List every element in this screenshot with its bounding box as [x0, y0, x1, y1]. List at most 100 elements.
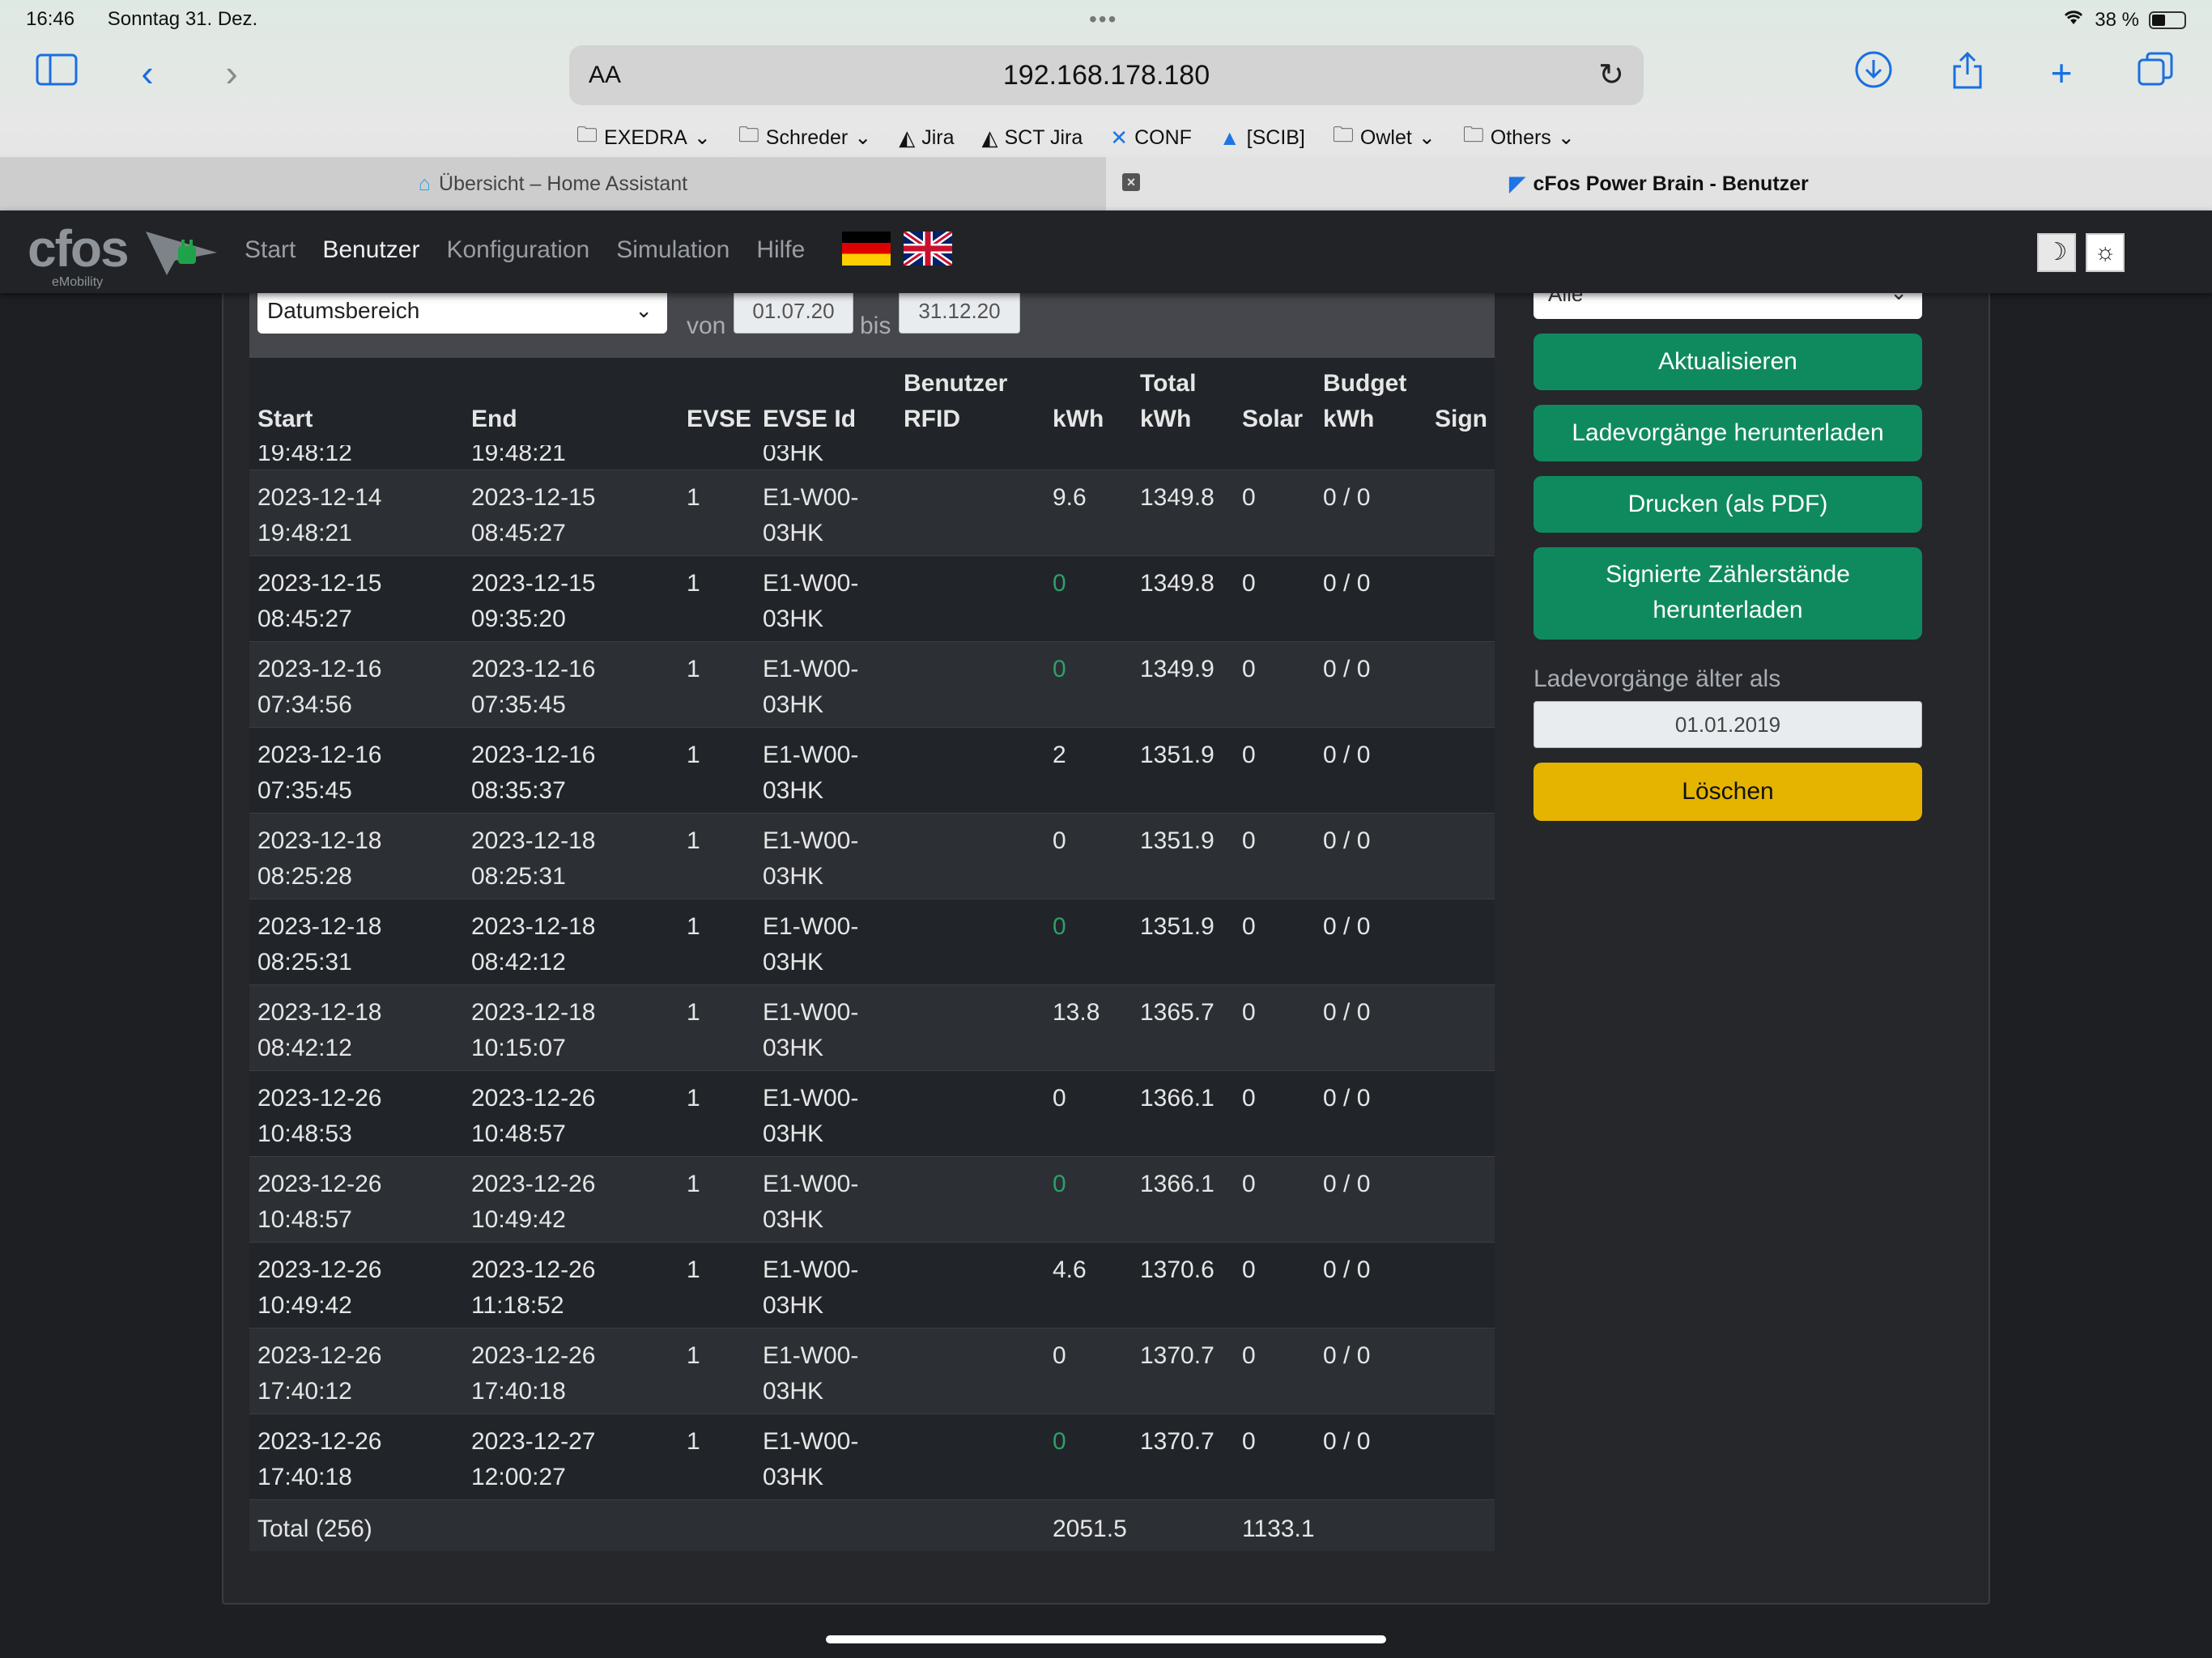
- close-tab-icon[interactable]: ×: [1122, 173, 1140, 191]
- app-navbar: cfos eMobility Start Benutzer Konfigurat…: [0, 210, 2212, 293]
- cell-total: 1349.9: [1132, 640, 1234, 727]
- date-range-select[interactable]: Datumsbereich ⌄: [257, 288, 667, 334]
- url-text[interactable]: 192.168.178.180: [569, 60, 1644, 91]
- bookmark-owlet[interactable]: 🗀 Owlet ⌄: [1333, 120, 1436, 155]
- cell-evse: 1: [678, 984, 755, 1070]
- cell-sign: [1427, 898, 1495, 984]
- von-date-input[interactable]: 01.07.20: [734, 288, 853, 334]
- cell-kwh: 0: [1044, 555, 1132, 641]
- german-flag-icon[interactable]: [842, 232, 891, 266]
- chevron-down-icon: ⌄: [1418, 126, 1436, 149]
- cell-sign: [1427, 1155, 1495, 1242]
- cell-sign: [1427, 1241, 1495, 1328]
- cell-budget: 0 / 0: [1315, 640, 1427, 727]
- light-mode-icon[interactable]: ☼: [2086, 233, 2125, 272]
- bookmark-conf[interactable]: ✕ CONF: [1110, 120, 1192, 155]
- bookmark-sct-jira[interactable]: ◭ SCT Jira: [982, 120, 1083, 155]
- download-signed-meter-button[interactable]: Signierte Zählerstände herunterladen: [1534, 547, 1922, 640]
- chevron-down-icon: ⌄: [854, 126, 872, 149]
- cell-kwh: 9.6: [1044, 469, 1132, 555]
- nav-hilfe[interactable]: Hilfe: [756, 236, 805, 264]
- cell-total: 1365.7: [1132, 984, 1234, 1070]
- cell-evse-id: E1-W00- 03HK: [755, 555, 895, 641]
- cell-solar: 0: [1234, 555, 1315, 641]
- cell-evse-id: E1-W00- 03HK: [755, 1155, 895, 1242]
- col-start[interactable]: Start: [249, 358, 463, 445]
- tab-home-assistant[interactable]: ⌂ Übersicht – Home Assistant: [0, 157, 1106, 210]
- tab-strip: ⌂ Übersicht – Home Assistant × ◤ cFos Po…: [0, 157, 2212, 210]
- chevron-down-icon: ⌄: [635, 298, 653, 322]
- refresh-button[interactable]: Aktualisieren: [1534, 334, 1922, 390]
- reload-icon[interactable]: ↻: [1598, 57, 1624, 93]
- print-pdf-button[interactable]: Drucken (als PDF): [1534, 476, 1922, 533]
- cell-rfid: [895, 469, 1044, 555]
- delete-button[interactable]: Löschen: [1534, 763, 1922, 821]
- table-row: 2023-12-18 08:25:28 2023-12-18 08:25:31 1 E1-…: [249, 812, 1495, 899]
- tabs-overview-icon[interactable]: [2131, 50, 2180, 99]
- tab-cfos-benutzer[interactable]: × ◤ cFos Power Brain - Benutzer: [1106, 157, 2212, 210]
- cell-budget: 0 / 0: [1315, 1327, 1427, 1414]
- cell-solar: 0: [1234, 1241, 1315, 1328]
- share-icon[interactable]: [1943, 50, 1992, 100]
- new-tab-icon[interactable]: +: [2037, 50, 2086, 96]
- table-row: 2023-12-18 08:25:31 2023-12-18 08:42:12 1 E1-…: [249, 898, 1495, 984]
- col-solar[interactable]: Solar: [1234, 358, 1315, 445]
- multitask-dots-icon[interactable]: •••: [1089, 6, 1117, 32]
- nav-konfiguration[interactable]: Konfiguration: [446, 236, 589, 264]
- bis-date-input[interactable]: 31.12.20: [899, 288, 1020, 334]
- bookmark-others[interactable]: 🗀 Others ⌄: [1463, 120, 1575, 155]
- col-kwh[interactable]: kWh: [1044, 358, 1132, 445]
- uk-flag-icon[interactable]: [904, 232, 952, 266]
- cell-rfid: [895, 1413, 1044, 1499]
- bookmark-scib[interactable]: ▲ [SCIB]: [1219, 120, 1305, 155]
- col-budget-kwh[interactable]: Budget kWh: [1315, 358, 1427, 445]
- cell-end: 2023-12-16 07:35:45: [463, 640, 678, 727]
- nav-start[interactable]: Start: [245, 236, 296, 264]
- status-time: 16:46: [26, 8, 75, 30]
- cell-rfid: [895, 984, 1044, 1070]
- cell-end: 2023-12-18 10:15:07: [463, 984, 678, 1070]
- cell-kwh: 0: [1044, 1069, 1132, 1156]
- bookmarks-bar: 🗀 EXEDRA ⌄ 🗀 Schreder ⌄ ◭ Jira ◭ SCT Jira ✕ CON…: [576, 120, 1575, 155]
- cell-start: 2023-12-26 17:40:12: [249, 1327, 463, 1414]
- address-bar[interactable]: AA 192.168.178.180 ↻: [569, 45, 1644, 105]
- nav-benutzer[interactable]: Benutzer: [322, 236, 419, 264]
- nav-simulation[interactable]: Simulation: [616, 236, 730, 264]
- dark-mode-icon[interactable]: ☽: [2037, 233, 2076, 272]
- cell-total: 1370.6: [1132, 1241, 1234, 1328]
- col-evse-id[interactable]: EVSE Id: [755, 358, 895, 445]
- col-evse[interactable]: EVSE: [678, 358, 755, 445]
- forward-icon[interactable]: ›: [207, 50, 256, 96]
- cell-sign: [1427, 640, 1495, 727]
- cell-start: 2023-12-26 10:49:42: [249, 1241, 463, 1328]
- col-total-kwh[interactable]: Total kWh: [1132, 358, 1234, 445]
- cell-start: 2023-12-26 10:48:57: [249, 1155, 463, 1242]
- bookmark-schreder[interactable]: 🗀 Schreder ⌄: [738, 120, 871, 155]
- bookmark-jira[interactable]: ◭ Jira: [899, 120, 954, 155]
- cell-total: 1370.7: [1132, 1413, 1234, 1499]
- cell-kwh: 0: [1044, 812, 1132, 899]
- download-sessions-button[interactable]: Ladevorgänge herunterladen: [1534, 405, 1922, 461]
- cell-total: 1351.9: [1132, 812, 1234, 899]
- cell-solar: 0: [1234, 640, 1315, 727]
- col-end[interactable]: End: [463, 358, 678, 445]
- table-row: 2023-12-15 08:45:27 2023-12-15 09:35:20 1 E1-…: [249, 555, 1495, 641]
- cell-total: 1349.8: [1132, 555, 1234, 641]
- atlassian-icon: ▲: [1219, 125, 1240, 150]
- cell-end: 2023-12-26 17:40:18: [463, 1327, 678, 1414]
- col-sign[interactable]: Sign: [1427, 358, 1495, 445]
- cell-budget: 0 / 0: [1315, 1069, 1427, 1156]
- table-row: 2023-12-18 08:42:12 2023-12-18 10:15:07 1 E1-…: [249, 984, 1495, 1070]
- col-rfid[interactable]: Benutzer RFID: [895, 358, 1044, 445]
- download-icon[interactable]: [1849, 50, 1898, 99]
- cell-rfid: [895, 1241, 1044, 1328]
- cell-total: 1351.9: [1132, 898, 1234, 984]
- cell-evse-id: E1-W00- 03HK: [755, 726, 895, 813]
- sidebar-toggle-icon[interactable]: [32, 50, 81, 96]
- cfos-logo[interactable]: cfos eMobility: [28, 219, 217, 289]
- bookmark-exedra[interactable]: 🗀 EXEDRA ⌄: [576, 120, 711, 155]
- back-icon[interactable]: ‹: [123, 50, 172, 96]
- older-than-date-input[interactable]: 01.01.2019: [1534, 701, 1922, 748]
- cell-end: 2023-12-15 09:35:20: [463, 555, 678, 641]
- cell-evse-id: E1-W00- 03HK: [755, 1241, 895, 1328]
